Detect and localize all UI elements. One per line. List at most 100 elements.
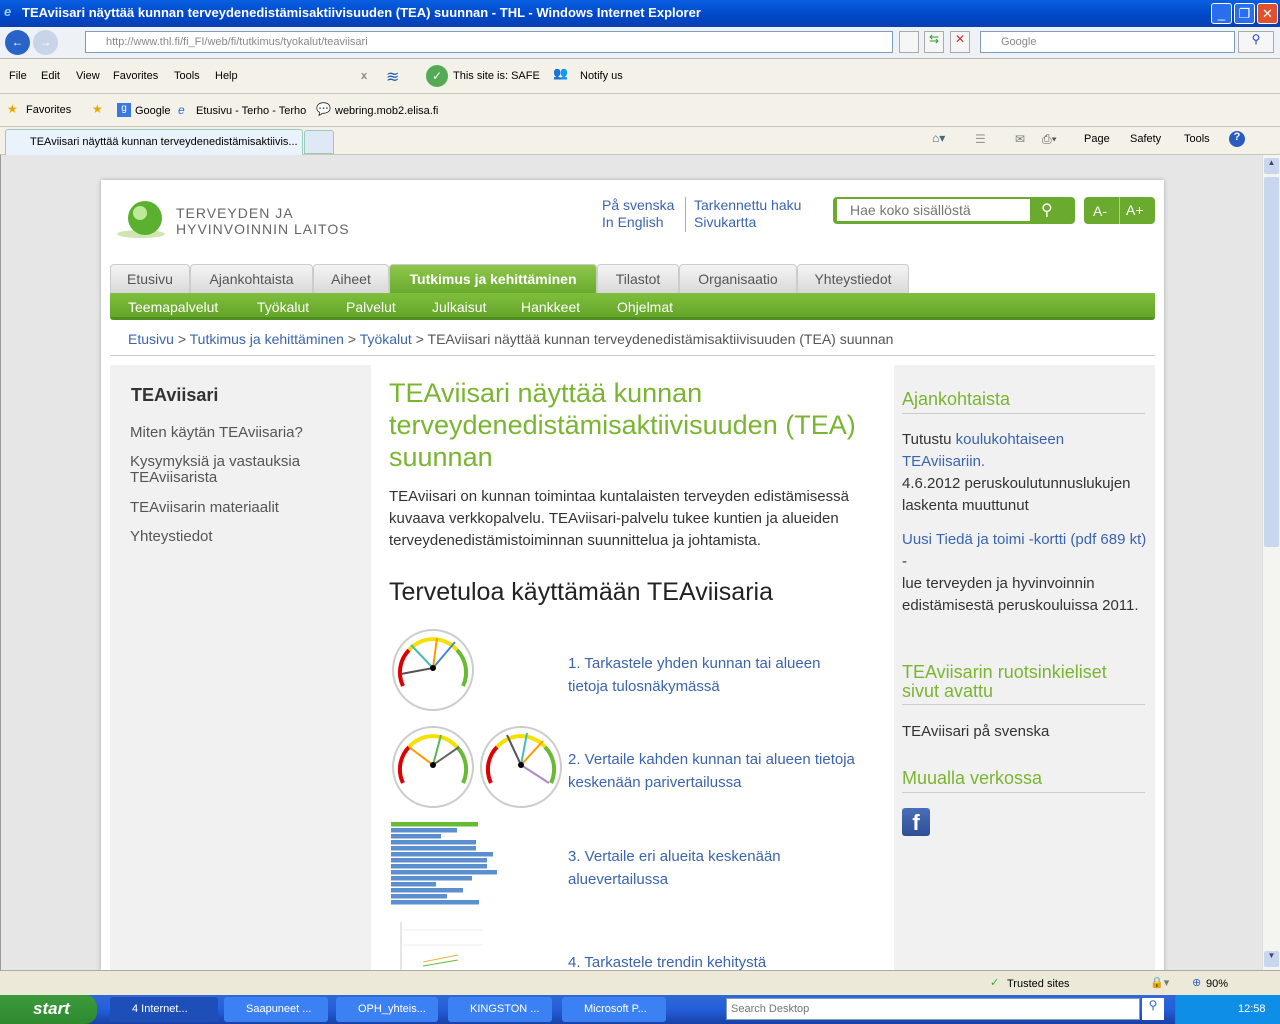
favorites-bar: ★ Favorites ★ g Google e Etusivu - Terho…: [0, 94, 1280, 127]
refresh-icon[interactable]: ⇆: [924, 31, 944, 53]
close-button[interactable]: ✕: [1257, 3, 1278, 24]
sidebar-item[interactable]: Miten käytän TEAviisaria?: [130, 425, 350, 441]
search-icon[interactable]: ⚲: [1142, 998, 1164, 1020]
sidebar-item[interactable]: Yhteystiedot: [130, 529, 350, 545]
site-search-input[interactable]: [837, 199, 1030, 221]
mail-icon[interactable]: ✉: [1015, 132, 1025, 146]
compat-view-button[interactable]: [899, 31, 919, 53]
link-swedish[interactable]: På svenska: [602, 197, 674, 213]
crumb-etusivu[interactable]: Etusivu: [128, 331, 174, 347]
tab-bar: TEAviisari näyttää kunnan terveydenedist…: [0, 127, 1280, 155]
menu-file[interactable]: File: [9, 70, 27, 82]
menu-view[interactable]: View: [76, 70, 100, 82]
fav-etusivu[interactable]: Etusivu - Terho - Terho: [196, 105, 306, 117]
nav-organisaatio[interactable]: Organisaatio: [679, 264, 797, 293]
address-bar[interactable]: http://www.thl.fi/fi_FI/web/fi/tutkimus/…: [85, 31, 893, 53]
stop-icon[interactable]: ✕: [950, 31, 970, 53]
scroll-down-button[interactable]: ▼: [1264, 951, 1279, 967]
fav-webring[interactable]: webring.mob2.elisa.fi: [335, 105, 438, 117]
crumb-tyokalut[interactable]: Työkalut: [360, 331, 412, 347]
subnav-julkaisut[interactable]: Julkaisut: [432, 299, 486, 315]
add-favorite-icon[interactable]: ★: [92, 102, 103, 116]
zoom-level[interactable]: 90%: [1206, 978, 1228, 990]
taskbar-item-kingston[interactable]: KINGSTON ...: [448, 997, 552, 1022]
link-sitemap[interactable]: Sivukartta: [694, 214, 756, 230]
nav-aiheet[interactable]: Aiheet: [313, 264, 389, 293]
step-link-2[interactable]: 2. Vertaile kahden kunnan tai alueen tie…: [568, 748, 878, 794]
nav-tilastot[interactable]: Tilastot: [597, 264, 679, 293]
swedish-link[interactable]: TEAviisari på svenska: [902, 721, 1049, 743]
link-advanced-search[interactable]: Tarkennettu haku: [694, 197, 801, 213]
crumb-current: TEAviisari näyttää kunnan terveydenedist…: [427, 331, 894, 347]
notify-us-button[interactable]: Notify us: [580, 70, 623, 82]
subnav-ohjelmat[interactable]: Ohjelmat: [617, 299, 673, 315]
protected-mode-icon[interactable]: 🔒▾: [1150, 976, 1169, 989]
taskbar-item-mail[interactable]: Saapuneet ...: [224, 997, 328, 1022]
vertical-scrollbar[interactable]: ▲ ▼: [1262, 155, 1280, 970]
taskbar-item-powerpoint[interactable]: Microsoft P...: [562, 997, 666, 1022]
gauge-image-single[interactable]: [391, 628, 475, 712]
menu-bar: File Edit View Favorites Tools Help x ≋ …: [0, 59, 1280, 94]
nav-tutkimus[interactable]: Tutkimus ja kehittäminen: [389, 264, 597, 293]
nav-yhteystiedot[interactable]: Yhteystiedot: [797, 264, 909, 293]
gauge-image-pair[interactable]: [391, 725, 563, 809]
sidebar-item[interactable]: TEAviisarin materiaalit: [130, 500, 350, 516]
menu-favorites[interactable]: Favorites: [113, 70, 158, 82]
nav-ajankohtaista[interactable]: Ajankohtaista: [190, 264, 313, 293]
bar-chart-image[interactable]: [391, 820, 501, 905]
sidebar-item[interactable]: Kysymyksiä ja vastauksia TEAviisarista: [130, 454, 330, 486]
welcome-heading: Tervetuloa käyttämään TEAviisaria: [389, 578, 773, 606]
thumbnail-bar: [391, 882, 436, 887]
desktop-search-input[interactable]: [726, 998, 1140, 1020]
fav-google[interactable]: Google: [135, 105, 170, 117]
search-box[interactable]: Google: [980, 31, 1235, 53]
restore-button[interactable]: ❐: [1234, 3, 1255, 24]
subnav-teemapalvelut[interactable]: Teemapalvelut: [128, 299, 218, 315]
security-zone[interactable]: Trusted sites: [1007, 978, 1070, 990]
menu-tools[interactable]: Tools: [174, 70, 200, 82]
cmd-page[interactable]: Page: [1084, 133, 1110, 145]
toolbar-close[interactable]: x: [361, 70, 367, 82]
back-button[interactable]: ←: [5, 30, 30, 55]
taskbar-item-ie[interactable]: 4 Internet...: [110, 997, 218, 1022]
start-button[interactable]: start: [0, 995, 97, 1024]
cmd-safety[interactable]: Safety: [1130, 133, 1161, 145]
subnav-palvelut[interactable]: Palvelut: [346, 299, 396, 315]
help-icon[interactable]: ?: [1229, 131, 1245, 147]
step-link-3[interactable]: 3. Vertaile eri alueita keskenään alueve…: [568, 845, 858, 891]
tieda-ja-toimi-pdf-link[interactable]: Uusi Tiedä ja toimi -kortti (pdf 689 kt): [902, 531, 1146, 548]
step-link-1[interactable]: 1. Tarkastele yhden kunnan tai alueen ti…: [568, 652, 858, 698]
crumb-tutkimus[interactable]: Tutkimus ja kehittäminen: [190, 331, 344, 347]
scroll-up-button[interactable]: ▲: [1264, 158, 1279, 174]
new-tab-button[interactable]: [304, 130, 334, 154]
browser-tab-active[interactable]: TEAviisari näyttää kunnan terveydenedist…: [5, 129, 303, 155]
fsecure-icon[interactable]: ≋: [386, 67, 399, 87]
search-icon[interactable]: ⚲: [1041, 200, 1053, 220]
facebook-icon[interactable]: f: [902, 808, 930, 836]
feeds-icon[interactable]: ☰: [975, 132, 986, 146]
taskbar-item-folder[interactable]: OPH_yhteis...: [336, 997, 438, 1022]
safe-status[interactable]: This site is: SAFE: [453, 70, 540, 82]
news-item-1: Tutustu koulukohtaiseen TEAviisariin. 4.6…: [902, 431, 1131, 514]
link-english[interactable]: In English: [602, 214, 663, 230]
forward-button[interactable]: →: [33, 30, 58, 55]
font-increase-button[interactable]: A+: [1126, 202, 1144, 218]
news-item-2: Uusi Tiedä ja toimi -kortti (pdf 689 kt)…: [902, 531, 1147, 614]
step-link-4[interactable]: 4. Tarkastele trendin kehitystä: [568, 951, 858, 970]
font-decrease-button[interactable]: A-: [1093, 203, 1107, 219]
scroll-thumb[interactable]: [1264, 177, 1279, 547]
search-icon[interactable]: ⚲: [1238, 31, 1274, 53]
menu-help[interactable]: Help: [215, 70, 238, 82]
subnav-hankkeet[interactable]: Hankkeet: [521, 299, 580, 315]
minimize-button[interactable]: _: [1211, 3, 1232, 24]
home-icon[interactable]: ⌂▾: [932, 131, 945, 145]
trend-chart-image[interactable]: [393, 920, 533, 970]
nav-etusivu[interactable]: Etusivu: [110, 264, 190, 293]
print-icon[interactable]: ⎙▾: [1042, 132, 1057, 147]
subnav-tyokalut[interactable]: Työkalut: [257, 299, 309, 315]
site-search: ⚲: [833, 197, 1075, 224]
cmd-tools[interactable]: Tools: [1184, 133, 1210, 145]
favorites-button[interactable]: Favorites: [26, 104, 71, 116]
menu-edit[interactable]: Edit: [41, 70, 60, 82]
thumbnail-bar: [391, 894, 447, 899]
